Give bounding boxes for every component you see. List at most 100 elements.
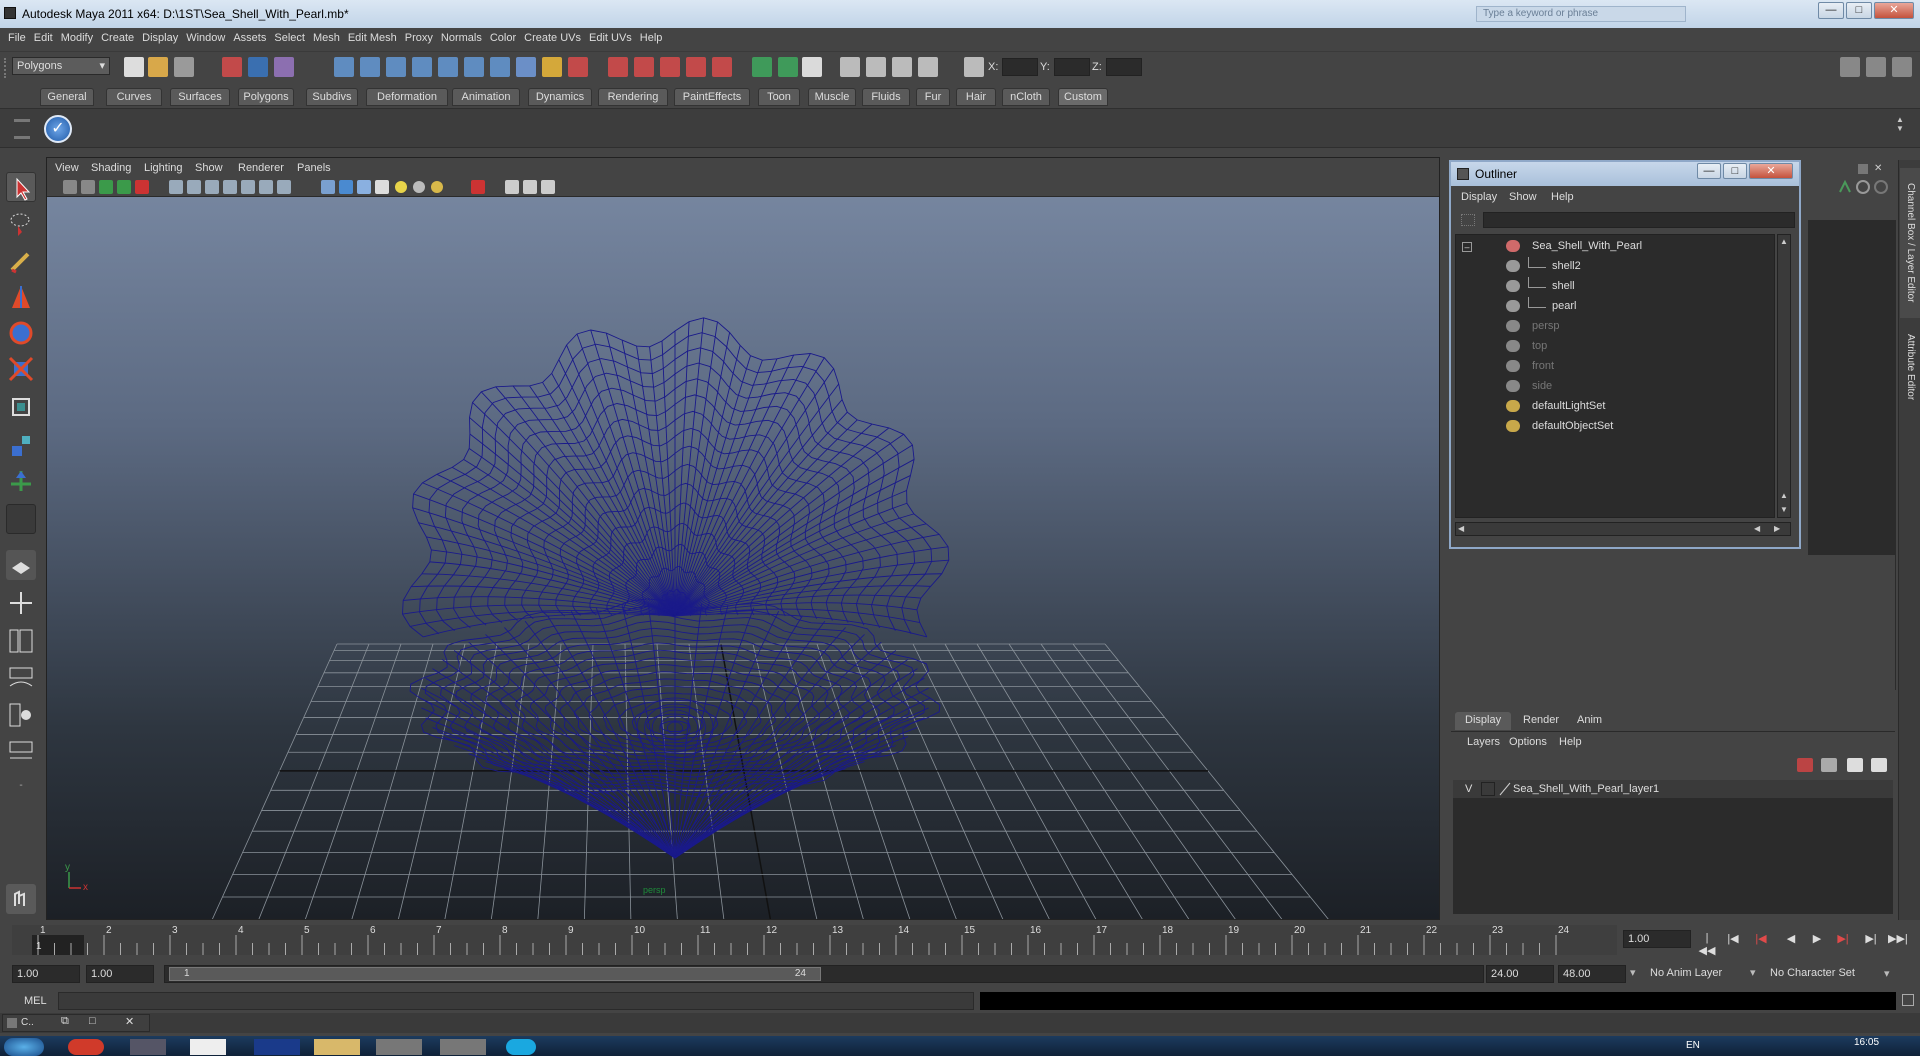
menu-file[interactable]: File [8, 29, 26, 44]
character-set-dropdown[interactable]: ▾ No Character Set [1750, 965, 1880, 983]
highlight-selection-icon[interactable] [568, 57, 588, 77]
move-tool-icon[interactable] [6, 282, 36, 312]
range-slider-track[interactable]: 1 24 [164, 965, 1484, 983]
maya-taskbar-icon[interactable] [440, 1039, 486, 1055]
shelf-tab-animation[interactable]: Animation [452, 88, 520, 106]
shelf-tab-polygons[interactable]: Polygons [238, 88, 294, 106]
outliner-item[interactable]: side [1456, 377, 1774, 397]
camera-select-icon[interactable] [63, 180, 77, 194]
rotate-tool-icon[interactable] [6, 318, 36, 348]
shelf-tab-fluids[interactable]: Fluids [862, 88, 910, 106]
menu-help[interactable]: Help [640, 29, 663, 44]
anim-layer-dropdown[interactable]: ▾ No Anim Layer [1630, 965, 1742, 983]
step-back-frame-icon[interactable]: |◀ [1724, 932, 1742, 946]
persp-graph-layout-icon[interactable] [6, 664, 36, 694]
time-slider[interactable]: 1 2 3 4 5 6 7 8 9 10 11 12 13 14 15 16 17 18 19 20 21 22 23 24 … [12, 921, 1617, 957]
wireframe-icon[interactable] [321, 180, 335, 194]
safe-title-icon[interactable] [277, 180, 291, 194]
menu-display[interactable]: Display [142, 29, 178, 44]
explorer-taskbar-icon[interactable] [314, 1039, 360, 1055]
outliner-menu-help[interactable]: Help [1551, 191, 1574, 203]
play-backwards-icon[interactable]: ◀ [1782, 932, 1800, 946]
photoshop-taskbar-icon[interactable] [254, 1039, 300, 1055]
xray-icon[interactable] [505, 180, 519, 194]
layer-tab-render[interactable]: Render [1513, 712, 1570, 730]
restore-icon[interactable]: ⧉ [61, 1015, 69, 1028]
network-taskbar-icon[interactable] [130, 1039, 166, 1055]
scroll-left-icon[interactable]: ◀ [1754, 524, 1760, 533]
viewport-menu-lighting[interactable]: Lighting [144, 162, 183, 174]
scroll-up-icon[interactable]: ▲ [1780, 237, 1788, 246]
shelf-tab-general[interactable]: General [40, 88, 94, 106]
outliner-close-button[interactable]: ✕ [1749, 163, 1793, 179]
shelf-tab-surfaces[interactable]: Surfaces [170, 88, 230, 106]
shelf-tab-rendering[interactable]: Rendering [598, 88, 668, 106]
windows-search-field[interactable]: Type a keyword or phrase [1476, 6, 1686, 22]
select-component-icon[interactable] [274, 57, 294, 77]
select-handles-icon[interactable] [334, 57, 354, 77]
go-to-start-icon[interactable]: |◀◀ [1698, 932, 1716, 957]
outliner-item[interactable]: persp [1456, 317, 1774, 337]
safe-action-icon[interactable] [259, 180, 273, 194]
outliner-filter-input[interactable] [1483, 212, 1795, 228]
hypershade-persp-layout-icon[interactable] [6, 700, 36, 730]
single-perspective-layout-icon[interactable] [6, 550, 36, 580]
attribute-editor-tab[interactable]: Attribute Editor [1900, 322, 1920, 412]
move-down-layer-icon[interactable] [1871, 758, 1887, 772]
layer-menu-layers[interactable]: Layers [1467, 736, 1500, 748]
scale-tool-icon[interactable] [6, 354, 36, 384]
select-dynamics-icon[interactable] [464, 57, 484, 77]
menu-proxy[interactable]: Proxy [405, 29, 433, 44]
snap-to-point-icon[interactable] [660, 57, 680, 77]
xray-active-components-icon[interactable] [523, 180, 537, 194]
select-tool-icon[interactable] [6, 172, 36, 202]
minimized-window[interactable]: C.. ⧉ □ ✕ [2, 1014, 150, 1032]
gate-mask-icon[interactable] [223, 180, 237, 194]
image-plane-icon[interactable] [117, 180, 131, 194]
paint-select-tool-icon[interactable] [6, 246, 36, 276]
show-manipulator-icon[interactable] [6, 466, 36, 496]
viewport-menu-view[interactable]: View [55, 162, 79, 174]
menu-assets[interactable]: Assets [233, 29, 266, 44]
menu-edit[interactable]: Edit [34, 29, 53, 44]
playback-end-field[interactable]: 24.00 [1486, 965, 1554, 983]
layer-tab-anim[interactable]: Anim [1567, 712, 1613, 730]
select-hierarchy-icon[interactable] [222, 57, 242, 77]
current-time-field[interactable]: 1.00 [1623, 930, 1691, 948]
viewport-menu-shading[interactable]: Shading [91, 162, 131, 174]
channel-float-icon[interactable] [1858, 164, 1868, 174]
select-curves-icon[interactable] [386, 57, 406, 77]
yandex-taskbar-icon[interactable] [190, 1039, 226, 1055]
select-joints-icon[interactable] [360, 57, 380, 77]
render-settings-icon[interactable] [918, 57, 938, 77]
select-object-icon[interactable] [248, 57, 268, 77]
lock-selection-icon[interactable] [542, 57, 562, 77]
select-surfaces-icon[interactable] [412, 57, 432, 77]
select-misc-icon[interactable] [516, 57, 536, 77]
layer-visibility-toggle[interactable]: V [1465, 783, 1472, 795]
outliner-item[interactable]: defaultLightSet [1456, 397, 1774, 417]
snap-to-grid-icon[interactable] [608, 57, 628, 77]
x-input[interactable] [1002, 58, 1038, 76]
shelf-tab-dynamics[interactable]: Dynamics [528, 88, 592, 106]
outliner-menu-display[interactable]: Display [1461, 191, 1497, 203]
outliner-item[interactable]: shell [1456, 277, 1774, 297]
shelf-scroll-icon[interactable]: ▲ ▼ [1896, 115, 1908, 143]
universal-manipulator-icon[interactable] [6, 392, 36, 422]
scroll-right-icon[interactable]: ▶ [1774, 524, 1780, 533]
shelf-tab-custom[interactable]: Custom [1058, 88, 1108, 106]
outliner-minimize-button[interactable]: — [1697, 163, 1721, 179]
shelf-tab-fur[interactable]: Fur [916, 88, 950, 106]
menu-mesh[interactable]: Mesh [313, 29, 340, 44]
menu-modify[interactable]: Modify [61, 29, 93, 44]
sea-shell-wireframe[interactable] [402, 317, 950, 859]
outliner-item[interactable]: top [1456, 337, 1774, 357]
render-current-frame-icon[interactable] [866, 57, 886, 77]
save-scene-icon[interactable] [174, 57, 194, 77]
shelf-tab-painteffects[interactable]: PaintEffects [674, 88, 750, 106]
construction-history-icon[interactable] [802, 57, 822, 77]
go-to-end-icon[interactable]: ▶▶| [1888, 932, 1908, 946]
shelf-menu-icon[interactable] [14, 119, 30, 139]
layer-color-swatch[interactable] [1499, 782, 1511, 796]
shadows-icon[interactable] [431, 181, 443, 193]
